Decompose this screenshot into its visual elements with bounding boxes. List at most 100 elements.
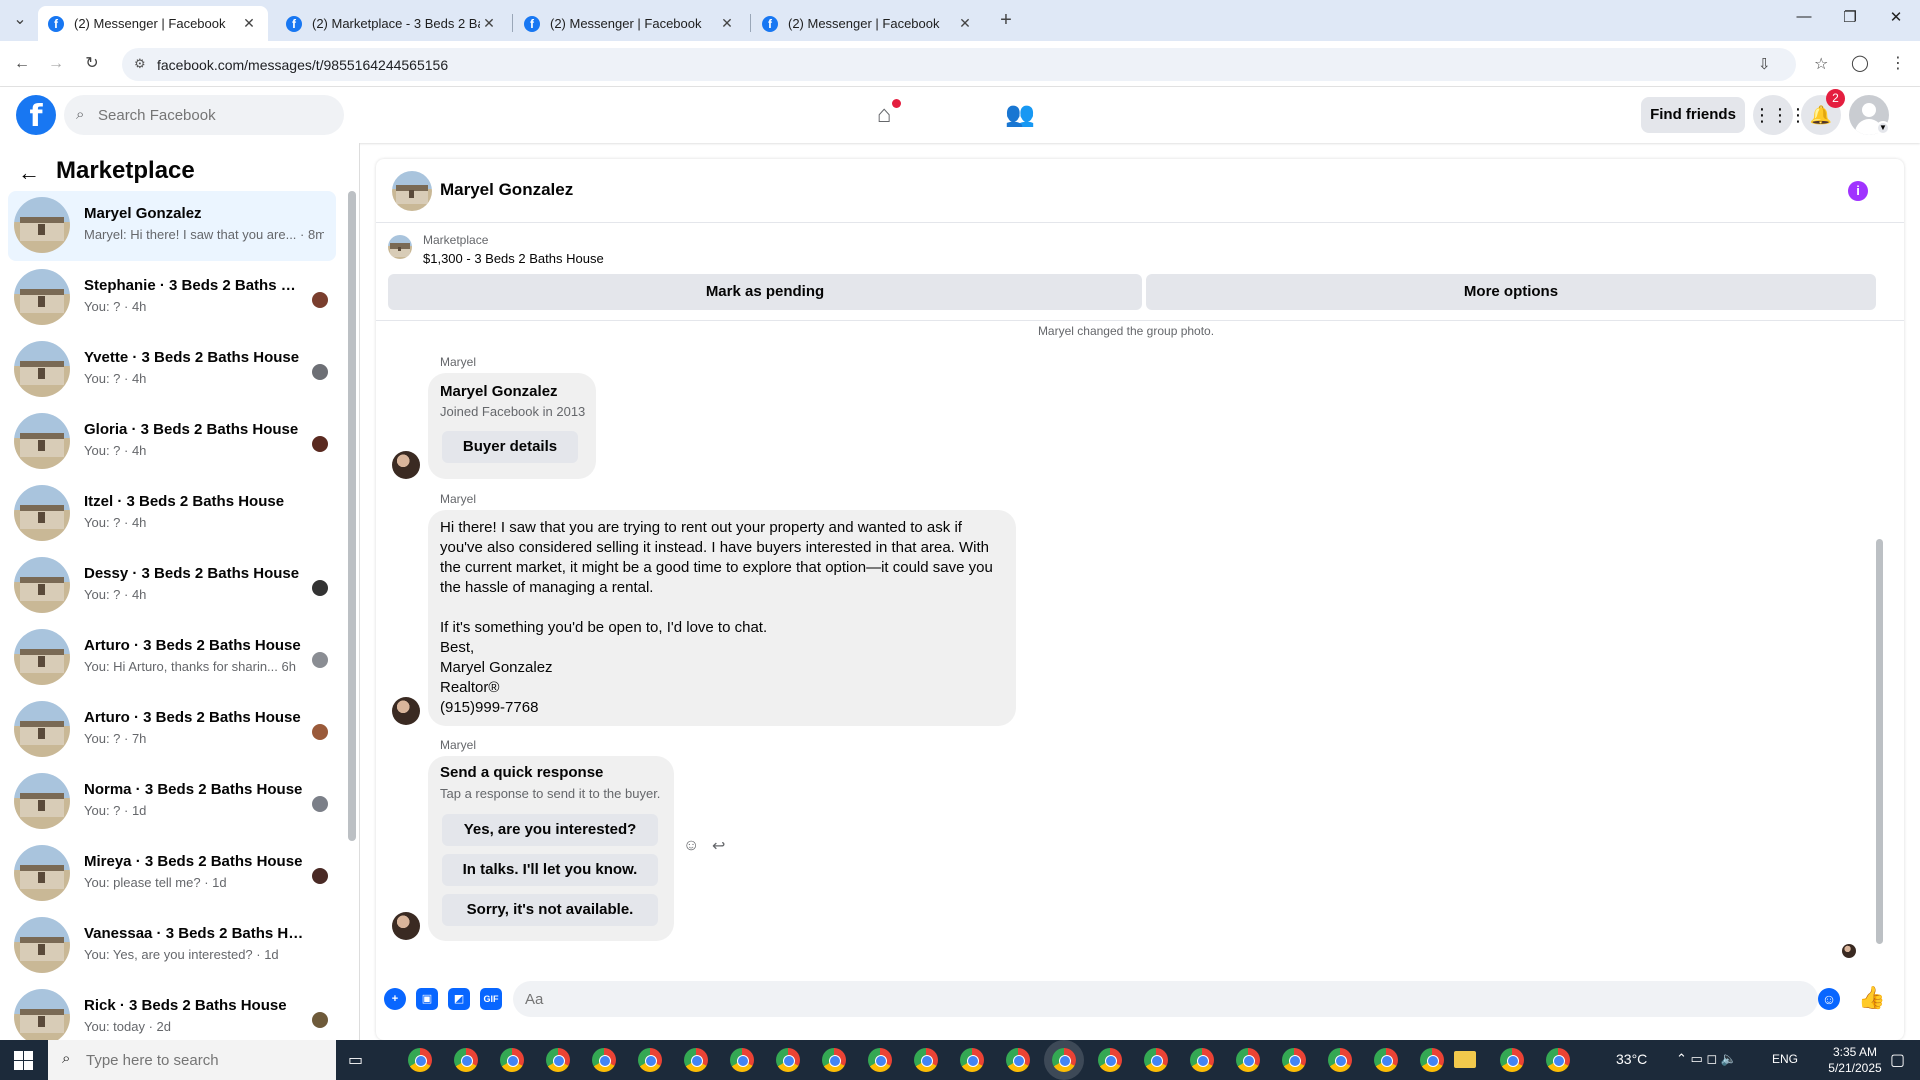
chrome-taskbar-icon[interactable] — [1374, 1048, 1398, 1072]
chrome-taskbar-icon[interactable] — [1282, 1048, 1306, 1072]
find-friends-button[interactable]: Find friends — [1641, 97, 1745, 133]
chrome-taskbar-icon[interactable] — [1098, 1048, 1122, 1072]
new-tab-button[interactable]: + — [994, 8, 1018, 32]
conversation-item[interactable]: Rick · 3 Beds 2 Baths House You: today · … — [8, 983, 336, 1040]
chrome-taskbar-icon[interactable] — [1500, 1048, 1524, 1072]
chrome-taskbar-icon[interactable] — [960, 1048, 984, 1072]
forward-arrow-icon[interactable]: → — [44, 52, 68, 76]
chat-avatar[interactable] — [392, 171, 432, 211]
chrome-taskbar-icon[interactable] — [1144, 1048, 1168, 1072]
chrome-taskbar-icon[interactable] — [730, 1048, 754, 1072]
chrome-taskbar-icon[interactable] — [408, 1048, 432, 1072]
browser-tab-3[interactable]: f (2) Messenger | Facebook ✕ — [514, 6, 746, 41]
image-icon[interactable]: ▣ — [416, 988, 438, 1010]
tab-close-icon[interactable]: ✕ — [240, 15, 258, 32]
chrome-taskbar-icon[interactable] — [684, 1048, 708, 1072]
menu-grid-icon[interactable]: ⋮⋮⋮ — [1753, 95, 1807, 135]
conversation-item[interactable]: Stephanie · 3 Beds 2 Baths Ho... You: ? ·… — [8, 263, 336, 333]
conversation-item[interactable]: Mireya · 3 Beds 2 Baths House You: please… — [8, 839, 336, 909]
taskbar-clock[interactable]: 3:35 AM 5/21/2025 — [1820, 1044, 1890, 1076]
info-icon[interactable]: i — [1848, 181, 1868, 201]
quick-response-option[interactable]: In talks. I'll let you know. — [442, 854, 658, 886]
conversation-item[interactable]: Dessy · 3 Beds 2 Baths House You: ? · 4h — [8, 551, 336, 621]
system-tray-icons[interactable]: ⌃ ▭ ◻ 🔈 — [1676, 1051, 1737, 1067]
browser-menu-icon[interactable]: ⋮ — [1886, 52, 1910, 76]
conversation-item[interactable]: Arturo · 3 Beds 2 Baths House You: Hi Art… — [8, 623, 336, 693]
conversation-item[interactable]: Norma · 3 Beds 2 Baths House You: ? · 1d — [8, 767, 336, 837]
facebook-logo[interactable]: f — [16, 95, 56, 135]
chevron-down-icon[interactable]: ▼ — [1876, 121, 1890, 135]
tab-close-icon[interactable]: ✕ — [956, 15, 974, 32]
chrome-taskbar-icon[interactable] — [1328, 1048, 1352, 1072]
conversation-item[interactable]: Maryel Gonzalez Maryel: Hi there! I saw t… — [8, 191, 336, 261]
emoji-icon[interactable]: ☺ — [1818, 988, 1840, 1010]
site-info-icon[interactable]: ⚙ — [134, 56, 146, 72]
chrome-taskbar-icon[interactable] — [914, 1048, 938, 1072]
chrome-taskbar-icon[interactable] — [454, 1048, 478, 1072]
listing-thumbnail[interactable] — [388, 235, 412, 259]
language-indicator[interactable]: ENG — [1772, 1052, 1798, 1066]
browser-tab-1[interactable]: f (2) Messenger | Facebook ✕ — [38, 6, 268, 41]
tab-close-icon[interactable]: ✕ — [480, 15, 498, 32]
buyer-details-button[interactable]: Buyer details — [442, 431, 578, 463]
chrome-taskbar-icon[interactable] — [638, 1048, 662, 1072]
chrome-taskbar-icon[interactable] — [592, 1048, 616, 1072]
browser-profile-icon[interactable]: ◯ — [1848, 52, 1872, 76]
minimize-button[interactable]: — — [1781, 8, 1827, 32]
quick-response-option[interactable]: Sorry, it's not available. — [442, 894, 658, 926]
facebook-search[interactable]: ⌕ — [64, 95, 344, 135]
tab-search-chevron-icon[interactable]: ⌄ — [8, 8, 32, 32]
mark-as-pending-button[interactable]: Mark as pending — [388, 274, 1142, 310]
chrome-taskbar-icon[interactable] — [822, 1048, 846, 1072]
bookmark-star-icon[interactable]: ☆ — [1814, 54, 1828, 74]
chrome-taskbar-icon[interactable] — [868, 1048, 892, 1072]
chrome-taskbar-icon[interactable] — [1546, 1048, 1570, 1072]
reply-icon[interactable]: ↩ — [712, 836, 725, 856]
thumbs-up-icon[interactable]: 👍 — [1858, 985, 1885, 1011]
sender-avatar[interactable] — [392, 912, 420, 940]
gif-icon[interactable]: GIF — [480, 988, 502, 1010]
notification-center-icon[interactable]: ▢ — [1890, 1050, 1905, 1070]
file-explorer-icon[interactable] — [1454, 1051, 1476, 1068]
weather-temperature[interactable]: 33°C — [1616, 1051, 1647, 1067]
sticker-icon[interactable]: ◩ — [448, 988, 470, 1010]
tab-close-icon[interactable]: ✕ — [718, 15, 736, 32]
chrome-taskbar-icon[interactable] — [1190, 1048, 1214, 1072]
browser-tab-2[interactable]: f (2) Marketplace - 3 Beds 2 Bath ✕ — [276, 6, 508, 41]
reload-icon[interactable]: ↻ — [80, 52, 104, 76]
conversation-item[interactable]: Vanessaa · 3 Beds 2 Baths House You: Yes,… — [8, 911, 336, 981]
conversation-item[interactable]: Yvette · 3 Beds 2 Baths House You: ? · 4h — [8, 335, 336, 405]
chrome-taskbar-icon[interactable] — [1006, 1048, 1030, 1072]
chrome-taskbar-icon[interactable] — [1420, 1048, 1444, 1072]
sender-avatar[interactable] — [392, 697, 420, 725]
chrome-taskbar-icon[interactable] — [776, 1048, 800, 1072]
conversation-item[interactable]: Itzel · 3 Beds 2 Baths House You: ? · 4h — [8, 479, 336, 549]
url-bar[interactable]: ⚙ facebook.com/messages/t/98551642445651… — [122, 48, 1828, 81]
install-app-icon[interactable]: ⇩ — [1758, 55, 1771, 73]
more-options-button[interactable]: More options — [1146, 274, 1876, 310]
conversation-item[interactable]: Arturo · 3 Beds 2 Baths House You: ? · 7h — [8, 695, 336, 765]
chrome-taskbar-icon[interactable] — [1236, 1048, 1260, 1072]
chrome-taskbar-icon[interactable] — [1052, 1048, 1076, 1072]
back-arrow-icon[interactable]: ← — [18, 160, 40, 186]
restore-button[interactable]: ❐ — [1827, 8, 1873, 32]
chrome-taskbar-icon[interactable] — [546, 1048, 570, 1072]
chat-title[interactable]: Maryel Gonzalez — [440, 180, 573, 200]
plus-icon[interactable]: + — [384, 988, 406, 1010]
back-arrow-icon[interactable]: ← — [10, 52, 34, 76]
conversation-item[interactable]: Gloria · 3 Beds 2 Baths House You: ? · 4h — [8, 407, 336, 477]
taskbar-search-input[interactable] — [86, 1040, 306, 1080]
react-emoji-icon[interactable]: ☺ — [683, 837, 699, 855]
browser-tab-4[interactable]: f (2) Messenger | Facebook ✕ — [752, 6, 984, 41]
windows-start-icon[interactable] — [0, 1040, 48, 1080]
listing-title[interactable]: $1,300 - 3 Beds 2 Baths House — [423, 251, 604, 266]
sender-avatar[interactable] — [392, 451, 420, 479]
quick-response-option[interactable]: Yes, are you interested? — [442, 814, 658, 846]
chat-scrollbar[interactable] — [1876, 539, 1883, 944]
facebook-search-input[interactable] — [98, 95, 338, 135]
chrome-taskbar-icon[interactable] — [500, 1048, 524, 1072]
task-view-icon[interactable]: ▭ — [348, 1050, 363, 1070]
window-close-button[interactable]: ✕ — [1873, 8, 1919, 32]
friends-icon[interactable]: 👥 — [1002, 97, 1038, 133]
message-input[interactable] — [513, 981, 1818, 1017]
